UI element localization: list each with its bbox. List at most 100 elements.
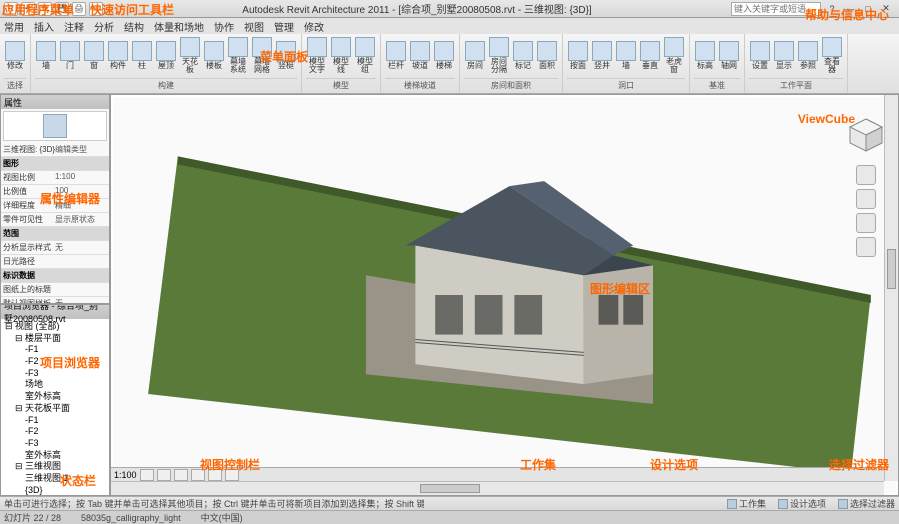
ribbon-tool-标记[interactable]: 标记 [512,36,534,74]
tree-node[interactable]: 三维视图 1 [5,473,105,485]
close-button[interactable]: ✕ [877,2,895,16]
ribbon-tool-屋顶[interactable]: 屋顶 [155,36,177,74]
props-group-header[interactable]: 标识数据 [1,269,109,283]
ribbon-tool-竖梃[interactable]: 竖梃 [275,36,297,74]
props-row[interactable]: 零件可见性显示原状态 [1,213,109,227]
status-design-options[interactable]: 设计选项 [778,497,826,510]
tree-node[interactable]: {3D} [5,485,105,496]
ribbon-tool-模型文字[interactable]: 模型文字 [306,36,328,74]
ribbon-tool-墙[interactable]: 墙 [35,36,57,74]
props-row[interactable]: 比例值100 [1,185,109,199]
ribbon-tool-模型组[interactable]: 模型组 [354,36,376,74]
ribbon-tool-老虎窗[interactable]: 老虎窗 [663,36,685,74]
ribbon-tool-面积[interactable]: 面积 [536,36,558,74]
hide-isolate-button[interactable] [225,469,239,481]
tree-node[interactable]: -F1 [5,344,105,356]
visual-style-button[interactable] [157,469,171,481]
ribbon-tool-房间[interactable]: 房间 [464,36,486,74]
scrollbar-vertical[interactable] [884,95,898,481]
props-row[interactable]: 日光路径 [1,255,109,269]
ribbon-tool-幕墙网格[interactable]: 幕墙网格 [251,36,273,74]
tab-modify[interactable]: 修改 [304,19,324,34]
tab-annotate[interactable]: 注释 [64,19,84,34]
ribbon-tool-栏杆[interactable]: 栏杆 [385,36,407,74]
tree-node[interactable]: 室外标高 [5,391,105,403]
tab-analyze[interactable]: 分析 [94,19,114,34]
ribbon-tool-修改[interactable]: 修改 [4,36,26,74]
ribbon-tool-坡道[interactable]: 坡道 [409,36,431,74]
ribbon-tool-竖井[interactable]: 竖井 [591,36,613,74]
ribbon-tool-门[interactable]: 门 [59,36,81,74]
scroll-thumb-h[interactable] [420,484,480,493]
qat-print[interactable]: 🖨 [72,2,86,16]
tab-structure[interactable]: 结构 [124,19,144,34]
shadows-button[interactable] [191,469,205,481]
nav-wheel-button[interactable] [856,165,876,185]
tab-view[interactable]: 视图 [244,19,264,34]
scroll-thumb-v[interactable] [887,249,896,289]
ribbon-tool-设置[interactable]: 设置 [749,36,771,74]
ribbon-tool-楼梯[interactable]: 楼梯 [433,36,455,74]
props-group-header[interactable]: 范围 [1,227,109,241]
ribbon-tool-参照[interactable]: 参照 [797,36,819,74]
tree-node[interactable]: 场地 [5,379,105,391]
ribbon-tool-楼板[interactable]: 楼板 [203,36,225,74]
graphics-area[interactable]: 1:100 [110,94,899,496]
ribbon-tool-天花板[interactable]: 天花板 [179,36,201,74]
nav-pan-button[interactable] [856,189,876,209]
status-workset[interactable]: 工作集 [727,497,766,510]
maximize-button[interactable]: □ [859,2,877,16]
tab-collab[interactable]: 协作 [214,19,234,34]
status-filter[interactable]: 选择过滤器 [838,497,895,510]
props-row[interactable]: 详细程度精细 [1,199,109,213]
tree-node[interactable]: ⊟ 天花板平面 [5,403,105,415]
crop-button[interactable] [208,469,222,481]
nav-zoom-button[interactable] [856,213,876,233]
scrollbar-horizontal[interactable] [111,481,884,495]
nav-orbit-button[interactable] [856,237,876,257]
ribbon-tool-幕墙系统[interactable]: 幕墙系统 [227,36,249,74]
qat-redo[interactable]: ↷ [38,2,52,16]
tab-insert[interactable]: 插入 [34,19,54,34]
help-icon[interactable]: ? [823,2,841,16]
detail-level-button[interactable] [140,469,154,481]
tree-node[interactable]: -F1 [5,415,105,427]
tab-massing[interactable]: 体量和场地 [154,19,204,34]
ribbon-tool-轴网[interactable]: 轴网 [718,36,740,74]
ribbon-tool-柱[interactable]: 柱 [131,36,153,74]
tree-node[interactable]: -F3 [5,438,105,450]
ribbon-tool-构件[interactable]: 构件 [107,36,129,74]
props-row[interactable]: 视图比例1:100 [1,171,109,185]
props-row[interactable]: 分析显示样式无 [1,241,109,255]
viewport-canvas[interactable] [113,97,896,493]
tab-manage[interactable]: 管理 [274,19,294,34]
props-row[interactable]: 图纸上的标题 [1,283,109,297]
app-menu-button[interactable]: R [4,2,18,16]
view-cube[interactable] [846,115,886,155]
tree-node[interactable]: -F2 [5,356,105,368]
qat-undo[interactable]: ↶ [21,2,35,16]
qat-save[interactable]: 💾 [55,2,69,16]
ribbon-tool-模型线[interactable]: 模型线 [330,36,352,74]
ribbon-tool-按面[interactable]: 按面 [567,36,589,74]
ribbon-tool-显示[interactable]: 显示 [773,36,795,74]
ribbon-tool-墙[interactable]: 墙 [615,36,637,74]
qat-cut[interactable]: ✂ [89,2,103,16]
tree-node[interactable]: -F3 [5,368,105,380]
tree-node[interactable]: -F2 [5,426,105,438]
edit-type-button[interactable]: 编辑类型 [55,144,107,155]
ribbon-tool-窗[interactable]: 窗 [83,36,105,74]
minimize-button[interactable]: — [841,2,859,16]
type-selector[interactable] [3,111,107,141]
tree-node[interactable]: 室外标高 [5,450,105,462]
props-group-header[interactable]: 图形 [1,157,109,171]
sun-path-button[interactable] [174,469,188,481]
tree-node[interactable]: ⊟ 三维视图 [5,461,105,473]
help-search-input[interactable] [731,2,821,16]
props-row[interactable]: 默认视图样板无 [1,297,109,304]
tab-home[interactable]: 常用 [4,19,24,34]
ribbon-tool-标高[interactable]: 标高 [694,36,716,74]
ribbon-tool-垂直[interactable]: 垂直 [639,36,661,74]
ribbon-tool-房间分隔[interactable]: 房间分隔 [488,36,510,74]
ribbon-tool-查看器[interactable]: 查看器 [821,36,843,74]
